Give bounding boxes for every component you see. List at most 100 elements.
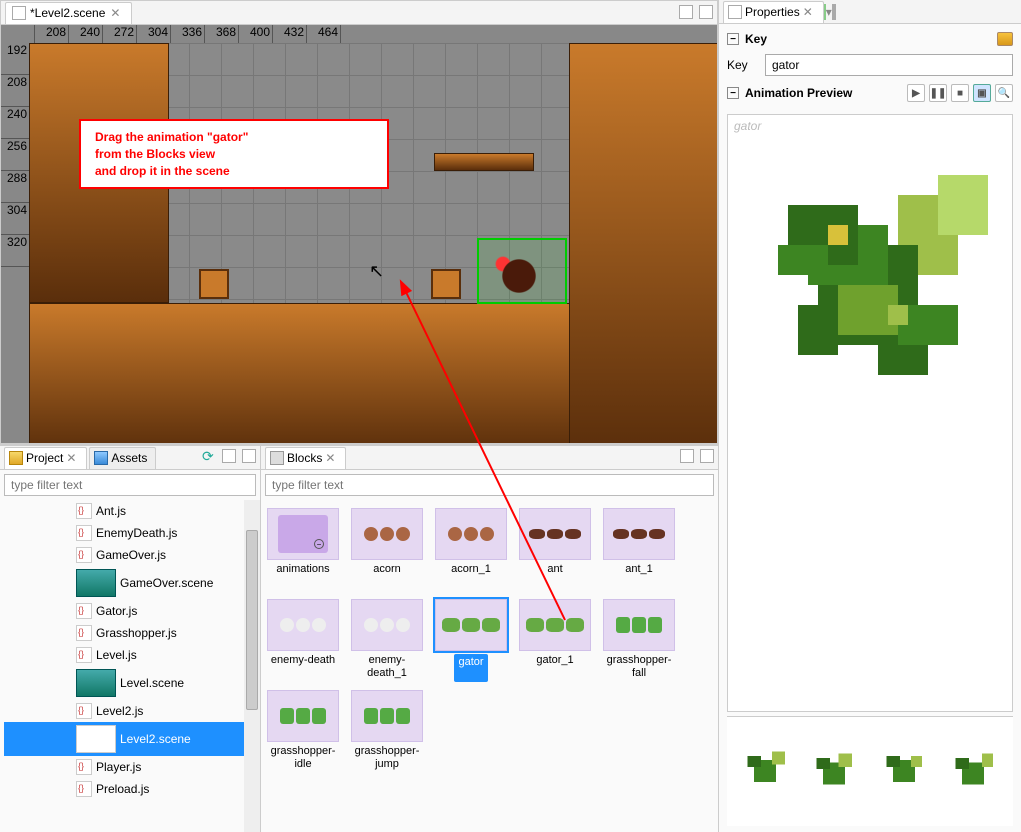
tab-assets[interactable]: Assets [89, 447, 156, 469]
scene-tab-level2[interactable]: *Level2.scene ✕ [5, 2, 132, 24]
block-item-acorn_1[interactable]: acorn_1 [433, 508, 509, 591]
animation-preview[interactable]: gator [727, 114, 1013, 712]
blocks-tabs: Blocks ✕ [261, 446, 718, 470]
tree-item[interactable]: EnemyDeath.js [4, 522, 260, 544]
scene-file-icon [76, 725, 116, 753]
scrollbar[interactable] [244, 500, 260, 832]
block-label: enemy-death_1 [349, 654, 425, 682]
block-label: grasshopper-idle [265, 745, 341, 773]
project-filter-input[interactable] [4, 474, 256, 496]
tree-item[interactable]: Level.js [4, 644, 260, 666]
close-icon[interactable]: ✕ [109, 7, 121, 19]
collapse-icon[interactable]: − [727, 87, 739, 99]
collapse-icon[interactable]: − [727, 33, 739, 45]
maximize-icon[interactable] [700, 449, 714, 463]
pause-icon[interactable]: ❚❚ [929, 84, 947, 102]
section-animation-preview[interactable]: − Animation Preview ▶ ❚❚ ■ ▣ 🔍 [727, 82, 1013, 104]
tree-item[interactable]: GameOver.js [4, 544, 260, 566]
blocks-filter-input[interactable] [265, 474, 714, 496]
tree-item[interactable]: Grasshopper.js [4, 622, 260, 644]
block-thumb [435, 599, 507, 651]
block-item-grasshopper-idle[interactable]: grasshopper-idle [265, 690, 341, 773]
animation-frames[interactable] [727, 716, 1013, 826]
frame-thumb[interactable] [808, 745, 862, 799]
block-label: acorn [373, 563, 401, 591]
block-label: acorn_1 [451, 563, 491, 591]
js-file-icon [76, 703, 92, 719]
block-label: grasshopper-fall [601, 654, 677, 682]
stop-icon[interactable]: ■ [951, 84, 969, 102]
minimize-icon[interactable] [680, 449, 694, 463]
blocks-grid: −animations acorn acorn_1 ant ant_1 enemy-dea… [265, 508, 710, 773]
menu-icon[interactable]: ▾ [826, 5, 832, 19]
tab-blocks[interactable]: Blocks ✕ [265, 447, 346, 469]
block-item-acorn[interactable]: acorn [349, 508, 425, 591]
project-panel: Project ✕ Assets ⟳ Ant.js [0, 446, 261, 832]
block-item-grasshopper-fall[interactable]: grasshopper-fall [601, 599, 677, 682]
close-icon[interactable]: ✕ [325, 451, 337, 465]
minimize-icon[interactable] [242, 449, 256, 463]
key-label: Key [727, 58, 759, 72]
block-item-grasshopper-jump[interactable]: grasshopper-jump [349, 690, 425, 773]
block-label: enemy-death [271, 654, 335, 682]
tab-properties[interactable]: Properties ✕ [723, 1, 824, 23]
close-icon[interactable]: ✕ [803, 5, 815, 19]
tree-item[interactable]: GameOver.scene [4, 566, 260, 600]
selected-sprite[interactable] [477, 238, 567, 304]
scene-viewport[interactable]: 208240272304336368400432464 192208240256… [1, 25, 717, 443]
tree-item[interactable]: Gator.js [4, 600, 260, 622]
block-item-enemy-death[interactable]: enemy-death [265, 599, 341, 682]
block-item-gator[interactable]: gator [433, 599, 509, 682]
js-file-icon [76, 525, 92, 541]
block-thumb [519, 508, 591, 560]
tree-item[interactable]: Level2.js [4, 700, 260, 722]
minimize-icon[interactable] [679, 5, 693, 19]
key-row: Key [727, 54, 1013, 76]
block-thumb [351, 690, 423, 742]
block-thumb [519, 599, 591, 651]
js-file-icon [76, 547, 92, 563]
block-item-gator_1[interactable]: gator_1 [517, 599, 593, 682]
properties-icon [728, 5, 742, 19]
block-item-ant_1[interactable]: ant_1 [601, 508, 677, 591]
folder-icon[interactable] [997, 32, 1013, 46]
fullscreen-icon[interactable]: ▣ [973, 84, 991, 102]
block-label: animations [276, 563, 329, 591]
blocks-icon [270, 451, 284, 465]
ruler-horizontal: 208240272304336368400432464 [1, 25, 717, 43]
tree-item[interactable]: Player.js [4, 756, 260, 778]
block-item-ant[interactable]: ant [517, 508, 593, 591]
section-key[interactable]: − Key [727, 30, 1013, 48]
block-label: ant_1 [625, 563, 653, 591]
frame-thumb[interactable] [878, 745, 932, 799]
frame-thumb[interactable] [947, 745, 1001, 799]
block-item-animations[interactable]: −animations [265, 508, 341, 591]
maximize-icon[interactable] [699, 5, 713, 19]
block-thumb [267, 690, 339, 742]
block-thumb [603, 599, 675, 651]
project-tree[interactable]: Ant.js EnemyDeath.js GameOver.js GameOve… [0, 500, 260, 832]
scene-editor: *Level2.scene ✕ 208240272304336368400432… [0, 0, 718, 444]
zoom-icon[interactable]: 🔍 [995, 84, 1013, 102]
close-icon[interactable]: ✕ [66, 451, 78, 465]
block-thumb [603, 508, 675, 560]
gator-preview-sprite [758, 165, 998, 465]
tree-item[interactable]: Ant.js [4, 500, 260, 522]
tree-item[interactable]: Preload.js [4, 778, 260, 800]
preview-placeholder: gator [734, 119, 761, 133]
key-input[interactable] [765, 54, 1013, 76]
properties-tabs: Properties ✕ ▾ [719, 0, 1021, 24]
ant-sprite [479, 240, 559, 300]
frame-thumb[interactable] [739, 745, 793, 799]
tree-item-selected[interactable]: Level2.scene [4, 722, 260, 756]
tab-project[interactable]: Project ✕ [4, 447, 87, 469]
js-file-icon [76, 503, 92, 519]
play-icon[interactable]: ▶ [907, 84, 925, 102]
block-item-enemy-death_1[interactable]: enemy-death_1 [349, 599, 425, 682]
scene-canvas[interactable]: Drag the animation "gator" from the Bloc… [29, 43, 717, 443]
tree-item[interactable]: Level.scene [4, 666, 260, 700]
refresh-icon[interactable]: ⟳ [202, 449, 216, 463]
block-thumb [351, 599, 423, 651]
maximize-icon[interactable] [834, 4, 836, 20]
link-icon[interactable] [222, 449, 236, 463]
